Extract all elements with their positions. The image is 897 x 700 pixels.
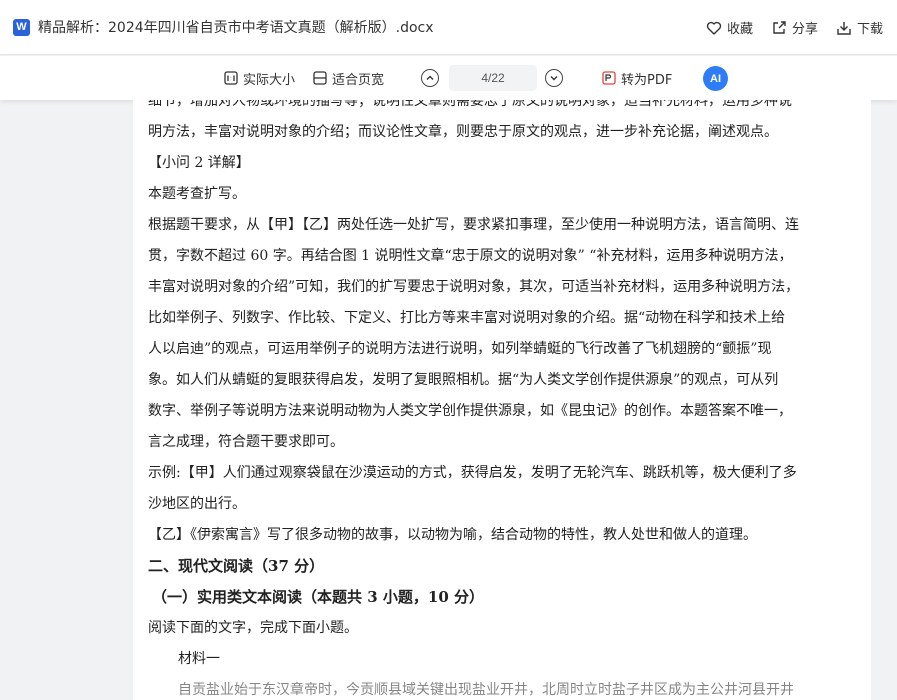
fit-width-button[interactable]: 适合页宽 — [313, 56, 384, 100]
text-line: 贯，字数不超过 60 字。再结合图 1 说明性文章“忠于原文的说明对象” “补充… — [148, 248, 793, 264]
document-content: 细节，增加对人物或环境的描写等；说明性文章则需要忠于原文的说明对象，适当补充材料… — [148, 100, 808, 700]
ai-assistant-button[interactable]: AI — [703, 66, 728, 91]
actual-size-button[interactable]: 实际大小 — [224, 56, 295, 100]
word-doc-icon: W — [13, 18, 30, 36]
actual-size-label: 实际大小 — [243, 72, 296, 88]
heart-icon — [706, 21, 722, 35]
text-line: 人以启迪”的观点，可运用举例子的说明方法进行说明，如列举蜻蜓的飞行改善了飞机翅膀… — [148, 341, 772, 357]
convert-to-pdf-button[interactable]: 转为PDF — [602, 56, 672, 100]
instruction-text: 阅读下面的文字，完成下面小题。 — [148, 620, 358, 636]
text-line: 数字、举例子等说明方法来说明动物为人类文学创作提供源泉，如《昆虫记》的创作。本题… — [148, 403, 792, 419]
share-button[interactable]: 分享 — [771, 18, 818, 37]
text-line: 根据题干要求，从【甲】【乙】两处任选一处扩写，要求紧扣事理，至少使用一种说明方法… — [148, 217, 799, 233]
favorite-label: 收藏 — [726, 22, 753, 37]
fit-width-label: 适合页宽 — [332, 72, 385, 88]
material-label: 材料一 — [178, 651, 220, 667]
text-line: 明方法，丰富对说明对象的介绍；而议论性文章，则要忠于原文的观点，进一步补充论据，… — [148, 124, 778, 140]
previous-page-button[interactable] — [421, 69, 439, 87]
text-line: 丰富对说明对象的介绍”可知，我们的扩写要忠于说明对象，其次，可适当补充材料，运用… — [148, 279, 800, 295]
title-bar: W 精品解析：2024年四川省自贡市中考语文真题（解析版）.docx 收藏 分享… — [0, 0, 897, 55]
title-actions: 收藏 分享 下载 — [706, 0, 883, 55]
subsection-heading: （一）实用类文本阅读（本题共 3 小题，10 分） — [152, 588, 484, 606]
text-line: 象。如人们从蜻蜓的复眼获得启发，发明了复眼照相机。据“为人类文学创作提供源泉”的… — [148, 372, 779, 388]
download-label: 下载 — [856, 22, 883, 37]
favorite-button[interactable]: 收藏 — [706, 18, 753, 37]
text-line: 【乙】《伊索寓言》写了很多动物的故事，以动物为喻，结合动物的特性，教人处世和做人… — [148, 527, 757, 543]
document-title: 精品解析：2024年四川省自贡市中考语文真题（解析版）.docx — [38, 20, 434, 36]
document-page: 细节，增加对人物或环境的描写等；说明性文章则需要忠于原文的说明对象，适当补充材料… — [133, 100, 871, 700]
fit-width-icon — [313, 71, 327, 85]
text-line: 自贡盐业始于东汉章帝时，今贡顺县域关键出现盐业开井，北周时立时盐子井区成为主公井… — [178, 682, 794, 698]
share-label: 分享 — [791, 22, 818, 37]
share-icon — [773, 20, 786, 34]
text-line: 【小问 2 详解】 — [148, 155, 250, 171]
text-line: 比如举例子、列数字、作比较、下定义、打比方等来丰富对说明对象的介绍。据“动物在科… — [148, 310, 786, 326]
text-line: 示例:【甲】人们通过观察袋鼠在沙漠运动的方式，获得启发，发明了无轮汽车、跳跃机等… — [148, 465, 797, 481]
pdf-icon — [602, 71, 616, 85]
text-line: 本题考查扩写。 — [148, 186, 246, 202]
download-button[interactable]: 下载 — [836, 18, 883, 37]
section-heading: 二、现代文阅读（37 分） — [148, 557, 325, 575]
viewer-toolbar: 实际大小 适合页宽 4/22 转为PDF — [0, 56, 897, 100]
chevron-up-icon — [426, 75, 434, 80]
text-line: 言之成理，符合题干要求即可。 — [148, 434, 344, 450]
next-page-button[interactable] — [545, 69, 563, 87]
text-line: 细节，增加对人物或环境的描写等；说明性文章则需要忠于原文的说明对象，适当补充材料… — [148, 100, 792, 109]
download-icon — [837, 21, 851, 35]
chevron-down-icon — [550, 76, 558, 81]
actual-size-icon — [224, 71, 238, 85]
convert-to-pdf-label: 转为PDF — [621, 72, 673, 88]
text-line: 沙地区的出行。 — [148, 496, 246, 512]
page-number-field[interactable]: 4/22 — [449, 65, 537, 91]
